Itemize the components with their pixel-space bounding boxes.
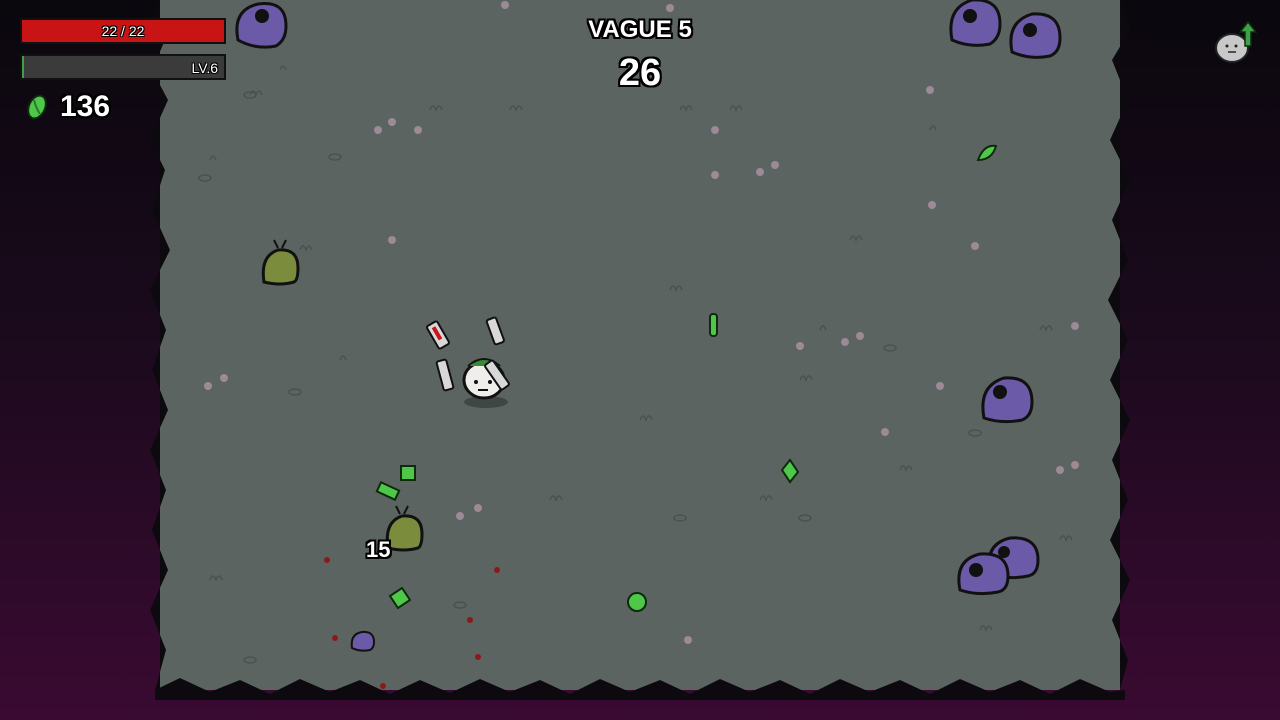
enemy-alien [235, 1, 288, 49]
material-drop [375, 480, 401, 502]
player-character [426, 316, 510, 408]
material-drop [388, 586, 412, 610]
material-drop [709, 313, 718, 337]
materials-count: 136 [60, 90, 111, 123]
enemy-baby-alien [350, 630, 376, 652]
level-text: LV.6 [191, 60, 218, 76]
enemy-alien [957, 552, 1010, 596]
material-drop [400, 465, 416, 481]
enemy-alien [1009, 12, 1062, 59]
experience-bar: LV.6 [20, 54, 226, 80]
material-drop [976, 144, 998, 162]
experience-bar-fill [22, 56, 25, 78]
health-text: 22 / 22 [101, 23, 145, 39]
entity-layer [235, 0, 1062, 652]
wave-timer: 26 [618, 52, 662, 94]
enemy-tree [261, 239, 300, 286]
material-drop [627, 592, 647, 612]
material-drop [780, 458, 800, 484]
material-icon [27, 94, 47, 120]
enemy-alien [981, 376, 1034, 424]
level-up-icon [1215, 20, 1258, 63]
wave-label: VAGUE 5 [588, 16, 692, 43]
damage-number: 15 [366, 537, 391, 562]
enemy-alien [949, 0, 1002, 47]
enemy-tree [385, 505, 424, 552]
health-bar: 22 / 22 [20, 18, 226, 44]
